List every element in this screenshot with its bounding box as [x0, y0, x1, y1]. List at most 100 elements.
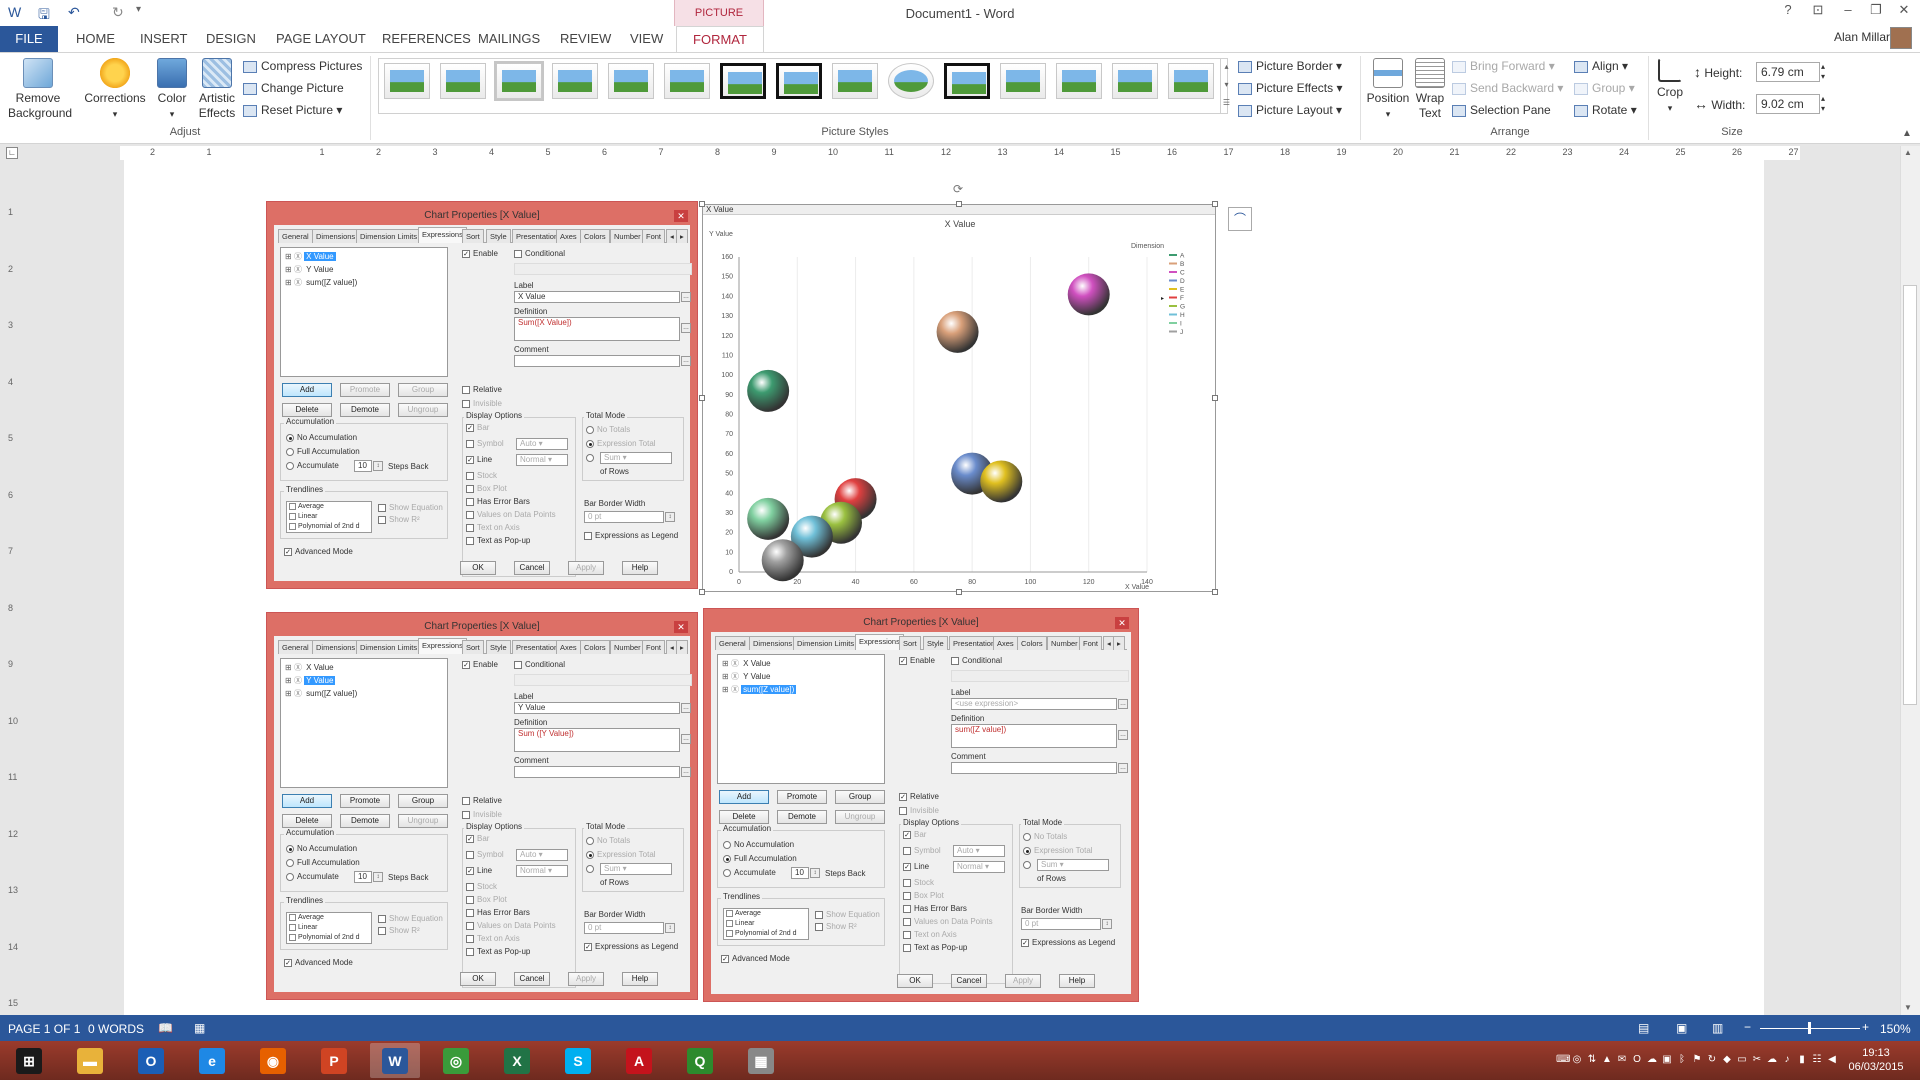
- dialog-tab-sort[interactable]: Sort: [899, 636, 921, 650]
- trendline-item[interactable]: Polynomial of 2nd d: [287, 522, 371, 532]
- expressions-tree[interactable]: ⊞ Ⓧ X Value ⊞ Ⓧ Y Value ⊞ Ⓧ sum([Z value]): [280, 247, 448, 377]
- accumulation-radio[interactable]: Accumulate: [286, 872, 339, 882]
- line-select[interactable]: Normal ▾: [516, 865, 568, 877]
- word-icon[interactable]: W: [370, 1043, 420, 1078]
- security-icon[interactable]: ⚑: [1691, 1054, 1703, 1066]
- dialog-tab-axes[interactable]: Axes: [556, 229, 581, 243]
- web-layout-icon[interactable]: ▥: [1712, 1021, 1723, 1035]
- values-on-points-checkbox[interactable]: Values on Data Points: [903, 917, 993, 927]
- total-mode-radio[interactable]: Expression Total: [1023, 846, 1093, 856]
- dialog-tab-font[interactable]: Font: [1079, 636, 1103, 650]
- relative-checkbox[interactable]: Relative: [462, 385, 502, 395]
- checkbox-box[interactable]: [378, 503, 386, 512]
- expression-item[interactable]: ⊞ Ⓧ Y Value: [285, 264, 335, 275]
- promote-button[interactable]: Promote: [340, 383, 390, 397]
- show-r2-checkbox[interactable]: Show R²: [378, 926, 420, 936]
- definition-browse-icon[interactable]: …: [681, 734, 691, 744]
- resize-handle[interactable]: [699, 201, 705, 207]
- change-picture-button[interactable]: Change Picture: [243, 78, 344, 98]
- expression-item[interactable]: ⊞ Ⓧ Y Value: [722, 671, 772, 682]
- volume2-icon[interactable]: ◀: [1826, 1054, 1838, 1066]
- radio-dot[interactable]: [586, 439, 594, 448]
- symbol-checkbox[interactable]: Symbol: [903, 846, 941, 856]
- checkbox-icon[interactable]: [726, 919, 733, 927]
- dialog-tab-dimension-limits[interactable]: Dimension Limits: [793, 636, 859, 650]
- group-button[interactable]: Group: [835, 790, 885, 804]
- line-checkbox[interactable]: ✓ Line: [466, 866, 492, 876]
- outlook-tray-icon[interactable]: O: [1631, 1054, 1643, 1066]
- stock-checkbox[interactable]: Stock: [466, 882, 497, 892]
- line-checkbox[interactable]: ✓ Line: [466, 455, 492, 465]
- notification-icon[interactable]: ▲: [1601, 1054, 1613, 1066]
- cancel-button[interactable]: Cancel: [514, 561, 550, 575]
- show-r2-checkbox[interactable]: Show R²: [378, 515, 420, 525]
- invisible-checkbox[interactable]: Invisible: [462, 810, 502, 820]
- checkbox-box[interactable]: ✓: [462, 249, 470, 258]
- help-button[interactable]: Help: [622, 972, 658, 986]
- symbol-checkbox[interactable]: Symbol: [466, 439, 504, 449]
- dialog-tab-sort[interactable]: Sort: [462, 229, 484, 243]
- compress-pictures-button[interactable]: Compress Pictures: [243, 56, 362, 76]
- invisible-checkbox[interactable]: Invisible: [462, 399, 502, 409]
- definition-browse-icon[interactable]: …: [1118, 730, 1128, 740]
- picture-style-thumb[interactable]: [888, 63, 934, 99]
- checkbox-box[interactable]: [903, 917, 911, 926]
- text-on-axis-checkbox[interactable]: Text on Axis: [466, 523, 520, 533]
- display-icon[interactable]: ▭: [1736, 1054, 1748, 1066]
- checkbox-box[interactable]: ✓: [466, 834, 474, 843]
- macro-icon[interactable]: ▦: [194, 1021, 205, 1035]
- has-error-bars-checkbox[interactable]: Has Error Bars: [903, 904, 967, 914]
- steps-input[interactable]: 10: [354, 460, 372, 472]
- enable-checkbox[interactable]: ✓ Enable: [899, 656, 935, 666]
- internet-explorer-icon[interactable]: e: [187, 1043, 237, 1078]
- show-equation-checkbox[interactable]: Show Equation: [815, 910, 880, 920]
- symbol-checkbox[interactable]: Symbol: [466, 850, 504, 860]
- trendline-item[interactable]: Average: [724, 909, 808, 919]
- scroll-up-icon[interactable]: ▲: [1904, 148, 1912, 157]
- group-button[interactable]: Group: [398, 794, 448, 808]
- accumulation-radio[interactable]: Full Accumulation: [286, 447, 360, 457]
- promote-button[interactable]: Promote: [777, 790, 827, 804]
- box-plot-checkbox[interactable]: Box Plot: [903, 891, 944, 901]
- cloud-icon[interactable]: ☁: [1646, 1054, 1658, 1066]
- ok-button[interactable]: OK: [460, 561, 496, 575]
- radio-dot[interactable]: [723, 854, 731, 863]
- chrome-tray-icon[interactable]: ◎: [1571, 1054, 1583, 1066]
- dialog-tab-general[interactable]: General: [715, 636, 750, 650]
- help-icon[interactable]: ?: [1776, 2, 1800, 22]
- dialog-tab-font[interactable]: Font: [642, 640, 666, 654]
- page-count[interactable]: PAGE 1 OF 1: [8, 1022, 80, 1036]
- tab-insert[interactable]: INSERT: [128, 26, 199, 52]
- expression-item[interactable]: ⊞ Ⓧ X Value: [722, 658, 773, 669]
- height-input[interactable]: 6.79 cm: [1756, 62, 1820, 82]
- checkbox-box[interactable]: [462, 385, 470, 394]
- demote-button[interactable]: Demote: [777, 810, 827, 824]
- checkbox-box[interactable]: [903, 878, 911, 887]
- picture-style-thumb[interactable]: [552, 63, 598, 99]
- trendline-item[interactable]: Linear: [287, 512, 371, 522]
- label-browse-icon[interactable]: …: [681, 703, 691, 713]
- chrome-icon[interactable]: ◎: [431, 1043, 481, 1078]
- expand-icon[interactable]: ⊞: [285, 689, 294, 698]
- checkbox-box[interactable]: ✓: [462, 660, 470, 669]
- help-button[interactable]: Help: [622, 561, 658, 575]
- picture-style-thumb[interactable]: [494, 61, 544, 101]
- picture-style-thumb[interactable]: [608, 63, 654, 99]
- zoom-thumb[interactable]: [1808, 1022, 1811, 1034]
- delete-button[interactable]: Delete: [719, 810, 769, 824]
- advanced-mode-checkbox[interactable]: ✓ Advanced Mode: [721, 954, 790, 964]
- bar-border-width-input[interactable]: 0 pt: [584, 922, 664, 934]
- outlook-icon[interactable]: O: [126, 1043, 176, 1078]
- checkbox-box[interactable]: [466, 484, 474, 493]
- dialog-tab-dimension-limits[interactable]: Dimension Limits: [356, 640, 422, 654]
- checkbox-box[interactable]: [466, 947, 474, 956]
- text-popup-checkbox[interactable]: Text as Pop-up: [466, 947, 530, 957]
- tab-review[interactable]: REVIEW: [548, 26, 623, 52]
- expand-icon[interactable]: ⊞: [722, 659, 731, 668]
- expressions-as-legend-checkbox[interactable]: ✓ Expressions as Legend: [1021, 938, 1115, 948]
- tab-file[interactable]: FILE: [0, 26, 58, 52]
- checkbox-icon[interactable]: [726, 929, 733, 937]
- tab-format[interactable]: FORMAT: [676, 26, 764, 53]
- expressions-as-legend-checkbox[interactable]: Expressions as Legend: [584, 531, 678, 541]
- delete-button[interactable]: Delete: [282, 814, 332, 828]
